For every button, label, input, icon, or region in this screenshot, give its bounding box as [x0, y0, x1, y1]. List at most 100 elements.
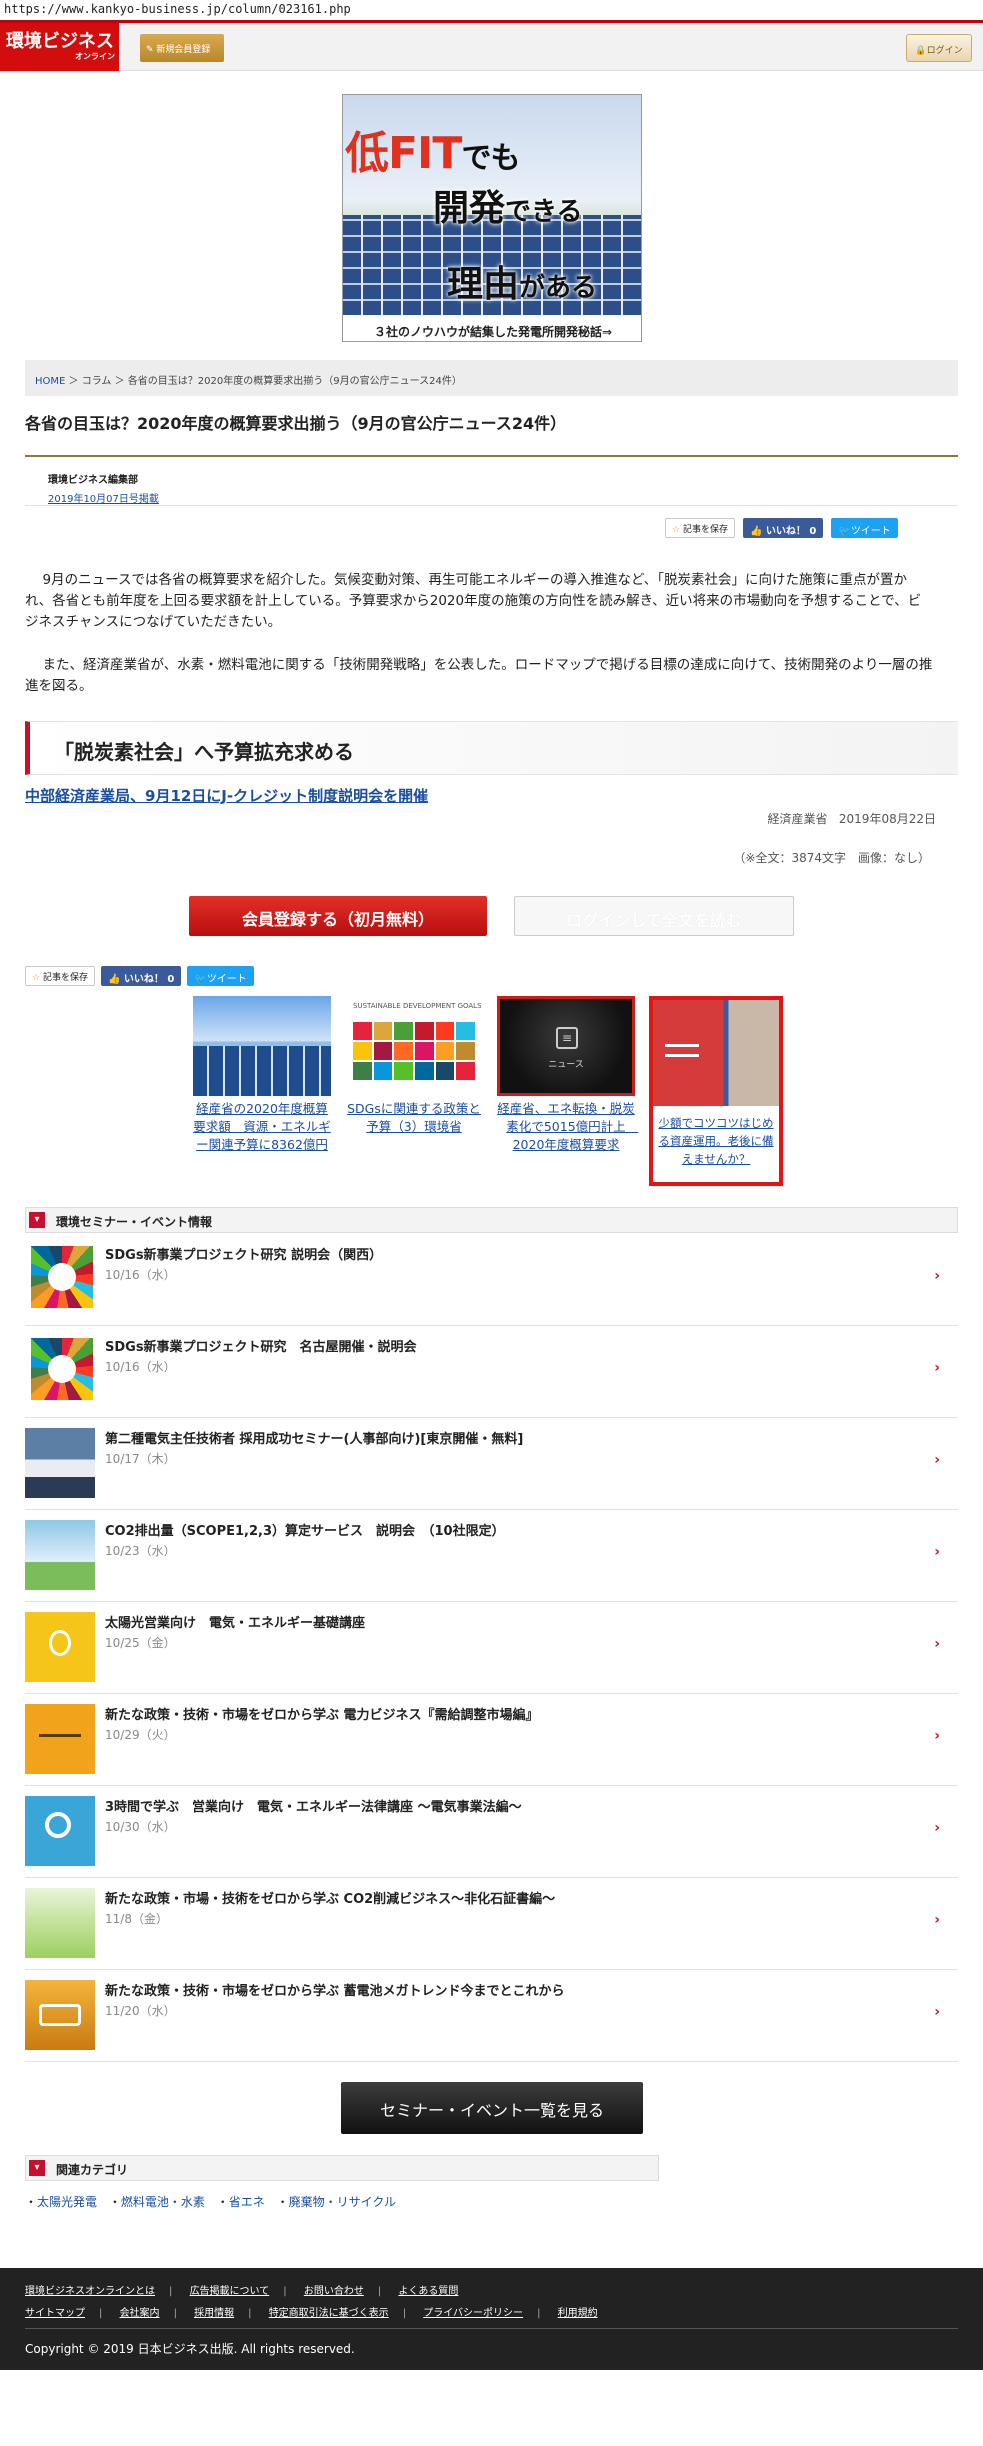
register-button[interactable]: ✎ 新規会員登録 — [140, 34, 224, 62]
bullet: ・ — [25, 2195, 38, 2209]
chevron-right-icon[interactable]: › — [934, 1452, 940, 1468]
list-item[interactable]: 太陽光営業向け 電気・エネルギー基礎講座 10/25（金） › — [25, 1602, 958, 1694]
site-logo[interactable]: 環境ビジネス オンライン — [0, 23, 119, 71]
article-date[interactable]: 2019年10月07日号掲載 — [48, 490, 159, 505]
event-title[interactable]: 新たな政策・技術・市場をゼロから学ぶ 蓄電池メガトレンド今までとこれから — [105, 1980, 565, 1999]
footer-link[interactable]: サイトマップ — [25, 2308, 85, 2319]
facebook-like-button[interactable]: 👍 いいね！ 0 — [742, 518, 824, 538]
chevron-right-icon[interactable]: › — [934, 1636, 940, 1652]
magnifier-lens — [45, 1812, 71, 1838]
bullet: ・ — [216, 2195, 229, 2209]
related-caption[interactable]: SDGsに関連する政策と予算（3）環境省 — [345, 1100, 483, 1136]
ad-image — [653, 1000, 779, 1106]
sdgs-wheel-icon — [31, 1338, 93, 1400]
breadcrumb-column[interactable]: コラム — [82, 376, 112, 387]
sdg-tile — [394, 1022, 413, 1040]
list-item[interactable]: 新たな政策・市場・技術をゼロから学ぶ CO2削減ビジネス～非化石証書編～ 11/… — [25, 1878, 958, 1970]
list-item[interactable]: 新たな政策・技術・市場をゼロから学ぶ 蓄電池メガトレンド今までとこれから 11/… — [25, 1970, 958, 2062]
event-date: 10/29（火） — [105, 1728, 176, 1742]
chevron-right-icon[interactable]: › — [934, 1268, 940, 1284]
sub-news-date: 2019年08月22日 — [838, 812, 936, 826]
sdg-tile — [394, 1042, 413, 1060]
ad-caption[interactable]: 少額でコツコツはじめる資産運用。老後に備えませんか？ — [653, 1114, 779, 1168]
category-link[interactable]: 省エネ — [229, 2195, 265, 2209]
chevron-right-icon[interactable]: › — [934, 1360, 940, 1376]
full-text-count: （※全文：3874文字 画像：なし） — [733, 851, 930, 865]
event-title[interactable]: 新たな政策・技術・市場をゼロから学ぶ 電力ビジネス『需給調整市場編』 — [105, 1704, 539, 1723]
list-item[interactable]: SDGs新事業プロジェクト研究 名古屋開催・説明会 10/16（水） › — [25, 1326, 958, 1418]
footer-sep: | — [248, 2308, 252, 2319]
banner-line-3: 理由がある — [447, 255, 597, 307]
category-link[interactable]: 燃料電池・水素 — [121, 2195, 205, 2209]
chevron-right-icon[interactable]: › — [934, 1544, 940, 1560]
chevron-right-icon[interactable]: › — [934, 1912, 940, 1928]
footer-link[interactable]: お問い合わせ — [304, 2286, 364, 2297]
chevron-right-icon[interactable]: › — [934, 1820, 940, 1836]
category-section-header: ▾ 関連カテゴリ — [25, 2155, 659, 2181]
related-article-card[interactable]: 経産省の2020年度概算要求額 資源・エネルギー関連予算に8362億円 — [193, 996, 331, 1154]
tweet-button[interactable]: 🐦ツイート — [187, 966, 254, 986]
event-title[interactable]: SDGs新事業プロジェクト研究 説明会（関西） — [105, 1244, 382, 1263]
sdg-tile — [435, 1042, 455, 1060]
category-link[interactable]: 廃棄物・リサイクル — [289, 2195, 396, 2209]
sdg-tile — [456, 1042, 475, 1060]
breadcrumb-current: 各省の目玉は？2020年度の概算要求出揃う（9月の官公庁ニュース24件） — [127, 376, 462, 387]
event-title[interactable]: CO2排出量（SCOPE1,2,3）算定サービス 説明会 （10社限定） — [105, 1520, 505, 1539]
facebook-like-button[interactable]: 👍 いいね！ 0 — [100, 966, 182, 986]
footer-link[interactable]: よくある質問 — [398, 2286, 458, 2297]
footer-sep: | — [402, 2308, 407, 2319]
title-rule — [25, 455, 958, 457]
event-title[interactable]: 第二種電気主任技術者 採用成功セミナー(人事部向け)[東京開催・無料] — [105, 1428, 523, 1447]
address-bar[interactable]: https://www.kankyo-business.jp/column/02… — [0, 0, 983, 20]
banner-line-2: 開発できる — [433, 179, 583, 231]
sdg-tile — [353, 1022, 372, 1040]
save-article-button[interactable]: ☆ 記事を保存 — [25, 966, 95, 986]
related-caption[interactable]: 経産省、エネ転換・脱炭素化で5015億円計上 2020年度概算要求 — [497, 1100, 638, 1154]
event-title[interactable]: 3時間で学ぶ 営業向け 電気・エネルギー法律講座 ～電気事業法編～ — [105, 1796, 522, 1815]
star-icon: ☆ — [32, 973, 41, 983]
footer-sep: | — [169, 2286, 173, 2297]
list-item[interactable]: CO2排出量（SCOPE1,2,3）算定サービス 説明会 （10社限定） 10/… — [25, 1510, 958, 1602]
breadcrumb-home[interactable]: HOME — [35, 376, 65, 387]
event-title[interactable]: SDGs新事業プロジェクト研究 名古屋開催・説明会 — [105, 1336, 417, 1355]
sponsored-ad-card[interactable]: 少額でコツコツはじめる資産運用。老後に備えませんか？ — [649, 996, 783, 1186]
sdg-tile — [435, 1062, 455, 1080]
category-link[interactable]: 太陽光発電 — [37, 2195, 97, 2209]
star-icon: ☆ — [672, 525, 681, 535]
sub-news-link[interactable]: 中部経済産業局、9月12日にJ-クレジット制度説明会を開催 — [25, 785, 428, 806]
footer-link[interactable]: 採用情報 — [194, 2308, 234, 2319]
chevron-right-icon[interactable]: › — [934, 2004, 940, 2020]
scale-beam — [39, 1734, 81, 1737]
wheel-center — [48, 1355, 76, 1383]
footer-link[interactable]: 利用規約 — [558, 2308, 598, 2319]
login-button[interactable]: 🔒ログイン — [906, 34, 972, 62]
sdg-tile — [435, 1022, 455, 1040]
related-article-card[interactable]: ≡ ニュース 経産省、エネ転換・脱炭素化で5015億円計上 2020年度概算要求 — [497, 996, 638, 1154]
sdg-tile — [353, 1042, 372, 1060]
list-item[interactable]: SDGs新事業プロジェクト研究 説明会（関西） 10/16（水） › — [25, 1234, 958, 1326]
footer-link[interactable]: 環境ビジネスオンラインとは — [25, 2286, 155, 2297]
related-caption[interactable]: 経産省の2020年度概算要求額 資源・エネルギー関連予算に8362億円 — [193, 1100, 331, 1154]
event-title[interactable]: 新たな政策・市場・技術をゼロから学ぶ CO2削減ビジネス～非化石証書編～ — [105, 1888, 555, 1907]
footer-sep: | — [99, 2308, 103, 2319]
see-all-seminars-button[interactable]: セミナー・イベント一覧を見る — [341, 2082, 643, 2134]
category-heading: 関連カテゴリ — [56, 2163, 129, 2177]
footer-link[interactable]: 会社案内 — [120, 2308, 160, 2319]
list-item[interactable]: 3時間で学ぶ 営業向け 電気・エネルギー法律講座 ～電気事業法編～ 10/30（… — [25, 1786, 958, 1878]
footer-link[interactable]: プライバシーポリシー — [423, 2308, 523, 2319]
chevron-down-icon: ▾ — [29, 1212, 45, 1228]
event-date: 10/30（水） — [105, 1820, 176, 1834]
related-article-card[interactable]: SUSTAINABLE DEVELOPMENT GOALS SDGsに関連する政… — [345, 996, 483, 1136]
chevron-right-icon[interactable]: › — [934, 1728, 940, 1744]
register-cta-button[interactable]: 会員登録する（初月無料） — [189, 896, 487, 936]
ad-banner[interactable]: 低FITでも 開発できる 理由がある ３社のノウハウが結集した発電所開発秘話⇒ — [342, 94, 642, 342]
save-article-button[interactable]: ☆ 記事を保存 — [665, 518, 735, 538]
tweet-button[interactable]: 🐦ツイート — [831, 518, 898, 538]
list-item[interactable]: 新たな政策・技術・市場をゼロから学ぶ 電力ビジネス『需給調整市場編』 10/29… — [25, 1694, 958, 1786]
login-cta-button[interactable]: ログインして全文を読む — [514, 896, 794, 936]
save-label: 記事を保存 — [42, 973, 88, 983]
footer-link[interactable]: 広告掲載について — [190, 2286, 270, 2297]
list-item[interactable]: 第二種電気主任技術者 採用成功セミナー(人事部向け)[東京開催・無料] 10/1… — [25, 1418, 958, 1510]
event-title[interactable]: 太陽光営業向け 電気・エネルギー基礎講座 — [105, 1612, 365, 1631]
footer-link[interactable]: 特定商取引法に基づく表示 — [269, 2308, 389, 2319]
